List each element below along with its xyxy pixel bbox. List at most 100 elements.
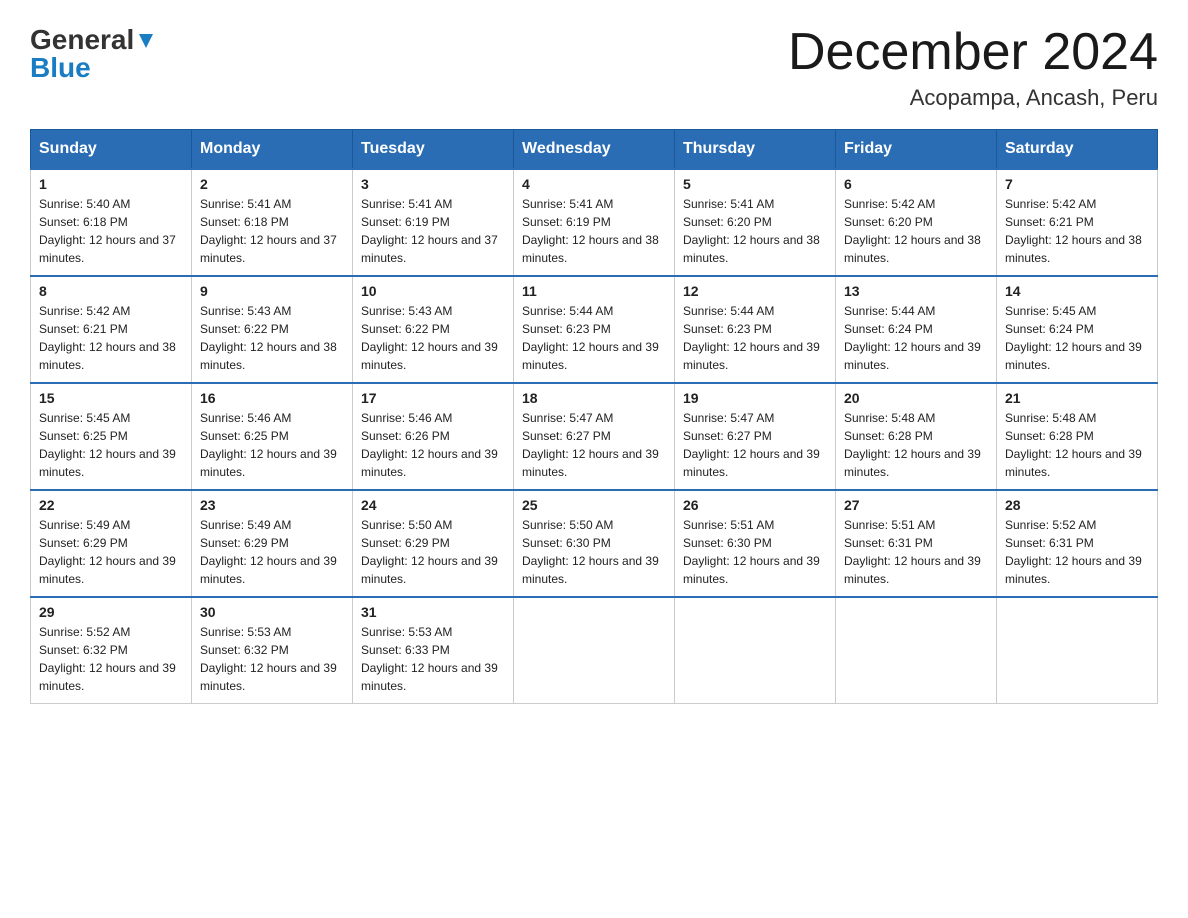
day-number: 21 [1005, 390, 1149, 406]
calendar-cell: 11 Sunrise: 5:44 AM Sunset: 6:23 PM Dayl… [514, 276, 675, 383]
calendar-cell: 8 Sunrise: 5:42 AM Sunset: 6:21 PM Dayli… [31, 276, 192, 383]
calendar-cell: 29 Sunrise: 5:52 AM Sunset: 6:32 PM Dayl… [31, 597, 192, 704]
day-number: 11 [522, 283, 666, 299]
day-info: Sunrise: 5:41 AM Sunset: 6:19 PM Dayligh… [361, 195, 505, 267]
day-info: Sunrise: 5:42 AM Sunset: 6:20 PM Dayligh… [844, 195, 988, 267]
calendar-header-wednesday: Wednesday [514, 130, 675, 170]
day-number: 23 [200, 497, 344, 513]
logo: General Blue [30, 24, 157, 84]
day-info: Sunrise: 5:47 AM Sunset: 6:27 PM Dayligh… [522, 409, 666, 481]
day-number: 4 [522, 176, 666, 192]
day-info: Sunrise: 5:47 AM Sunset: 6:27 PM Dayligh… [683, 409, 827, 481]
day-info: Sunrise: 5:48 AM Sunset: 6:28 PM Dayligh… [844, 409, 988, 481]
day-number: 12 [683, 283, 827, 299]
calendar-cell: 22 Sunrise: 5:49 AM Sunset: 6:29 PM Dayl… [31, 490, 192, 597]
day-number: 17 [361, 390, 505, 406]
day-info: Sunrise: 5:52 AM Sunset: 6:32 PM Dayligh… [39, 623, 183, 695]
day-info: Sunrise: 5:44 AM Sunset: 6:23 PM Dayligh… [683, 302, 827, 374]
page-header: General Blue December 2024 Acopampa, Anc… [30, 24, 1158, 111]
day-number: 30 [200, 604, 344, 620]
day-number: 5 [683, 176, 827, 192]
calendar-header-monday: Monday [192, 130, 353, 170]
calendar-header-saturday: Saturday [997, 130, 1158, 170]
day-number: 26 [683, 497, 827, 513]
day-info: Sunrise: 5:53 AM Sunset: 6:32 PM Dayligh… [200, 623, 344, 695]
calendar-cell: 27 Sunrise: 5:51 AM Sunset: 6:31 PM Dayl… [836, 490, 997, 597]
calendar-cell: 18 Sunrise: 5:47 AM Sunset: 6:27 PM Dayl… [514, 383, 675, 490]
calendar-cell: 5 Sunrise: 5:41 AM Sunset: 6:20 PM Dayli… [675, 169, 836, 276]
day-number: 7 [1005, 176, 1149, 192]
day-number: 18 [522, 390, 666, 406]
day-info: Sunrise: 5:44 AM Sunset: 6:23 PM Dayligh… [522, 302, 666, 374]
calendar-cell: 20 Sunrise: 5:48 AM Sunset: 6:28 PM Dayl… [836, 383, 997, 490]
calendar-header-row: SundayMondayTuesdayWednesdayThursdayFrid… [31, 130, 1158, 170]
calendar-cell: 21 Sunrise: 5:48 AM Sunset: 6:28 PM Dayl… [997, 383, 1158, 490]
day-number: 8 [39, 283, 183, 299]
calendar-cell: 4 Sunrise: 5:41 AM Sunset: 6:19 PM Dayli… [514, 169, 675, 276]
calendar-cell: 9 Sunrise: 5:43 AM Sunset: 6:22 PM Dayli… [192, 276, 353, 383]
day-number: 24 [361, 497, 505, 513]
day-number: 28 [1005, 497, 1149, 513]
calendar-cell: 23 Sunrise: 5:49 AM Sunset: 6:29 PM Dayl… [192, 490, 353, 597]
day-info: Sunrise: 5:45 AM Sunset: 6:24 PM Dayligh… [1005, 302, 1149, 374]
day-number: 22 [39, 497, 183, 513]
calendar-header-thursday: Thursday [675, 130, 836, 170]
calendar-cell: 13 Sunrise: 5:44 AM Sunset: 6:24 PM Dayl… [836, 276, 997, 383]
main-title: December 2024 [788, 24, 1158, 81]
day-info: Sunrise: 5:41 AM Sunset: 6:20 PM Dayligh… [683, 195, 827, 267]
day-info: Sunrise: 5:40 AM Sunset: 6:18 PM Dayligh… [39, 195, 183, 267]
calendar-cell: 7 Sunrise: 5:42 AM Sunset: 6:21 PM Dayli… [997, 169, 1158, 276]
day-number: 15 [39, 390, 183, 406]
day-number: 27 [844, 497, 988, 513]
day-info: Sunrise: 5:44 AM Sunset: 6:24 PM Dayligh… [844, 302, 988, 374]
logo-triangle-icon [135, 30, 157, 52]
calendar-cell [675, 597, 836, 704]
day-number: 25 [522, 497, 666, 513]
calendar-cell [997, 597, 1158, 704]
day-number: 9 [200, 283, 344, 299]
calendar-header-tuesday: Tuesday [353, 130, 514, 170]
calendar-cell: 14 Sunrise: 5:45 AM Sunset: 6:24 PM Dayl… [997, 276, 1158, 383]
day-info: Sunrise: 5:43 AM Sunset: 6:22 PM Dayligh… [200, 302, 344, 374]
calendar-cell: 25 Sunrise: 5:50 AM Sunset: 6:30 PM Dayl… [514, 490, 675, 597]
day-info: Sunrise: 5:49 AM Sunset: 6:29 PM Dayligh… [200, 516, 344, 588]
calendar-cell [836, 597, 997, 704]
day-info: Sunrise: 5:49 AM Sunset: 6:29 PM Dayligh… [39, 516, 183, 588]
day-number: 31 [361, 604, 505, 620]
calendar-cell: 28 Sunrise: 5:52 AM Sunset: 6:31 PM Dayl… [997, 490, 1158, 597]
calendar-header-sunday: Sunday [31, 130, 192, 170]
calendar-cell: 26 Sunrise: 5:51 AM Sunset: 6:30 PM Dayl… [675, 490, 836, 597]
day-number: 2 [200, 176, 344, 192]
calendar-week-row: 29 Sunrise: 5:52 AM Sunset: 6:32 PM Dayl… [31, 597, 1158, 704]
calendar-week-row: 8 Sunrise: 5:42 AM Sunset: 6:21 PM Dayli… [31, 276, 1158, 383]
day-info: Sunrise: 5:48 AM Sunset: 6:28 PM Dayligh… [1005, 409, 1149, 481]
subtitle: Acopampa, Ancash, Peru [788, 85, 1158, 111]
calendar-week-row: 1 Sunrise: 5:40 AM Sunset: 6:18 PM Dayli… [31, 169, 1158, 276]
calendar-cell: 10 Sunrise: 5:43 AM Sunset: 6:22 PM Dayl… [353, 276, 514, 383]
calendar-cell: 17 Sunrise: 5:46 AM Sunset: 6:26 PM Dayl… [353, 383, 514, 490]
calendar-cell: 16 Sunrise: 5:46 AM Sunset: 6:25 PM Dayl… [192, 383, 353, 490]
calendar-cell: 31 Sunrise: 5:53 AM Sunset: 6:33 PM Dayl… [353, 597, 514, 704]
calendar-header-friday: Friday [836, 130, 997, 170]
calendar-cell: 1 Sunrise: 5:40 AM Sunset: 6:18 PM Dayli… [31, 169, 192, 276]
day-number: 19 [683, 390, 827, 406]
day-info: Sunrise: 5:46 AM Sunset: 6:25 PM Dayligh… [200, 409, 344, 481]
day-number: 10 [361, 283, 505, 299]
logo-blue-text: Blue [30, 52, 91, 84]
day-number: 14 [1005, 283, 1149, 299]
day-number: 13 [844, 283, 988, 299]
calendar-week-row: 22 Sunrise: 5:49 AM Sunset: 6:29 PM Dayl… [31, 490, 1158, 597]
day-info: Sunrise: 5:42 AM Sunset: 6:21 PM Dayligh… [1005, 195, 1149, 267]
calendar-cell: 30 Sunrise: 5:53 AM Sunset: 6:32 PM Dayl… [192, 597, 353, 704]
day-number: 6 [844, 176, 988, 192]
calendar-cell [514, 597, 675, 704]
calendar-table: SundayMondayTuesdayWednesdayThursdayFrid… [30, 129, 1158, 704]
calendar-cell: 12 Sunrise: 5:44 AM Sunset: 6:23 PM Dayl… [675, 276, 836, 383]
calendar-cell: 2 Sunrise: 5:41 AM Sunset: 6:18 PM Dayli… [192, 169, 353, 276]
day-info: Sunrise: 5:43 AM Sunset: 6:22 PM Dayligh… [361, 302, 505, 374]
title-section: December 2024 Acopampa, Ancash, Peru [788, 24, 1158, 111]
day-info: Sunrise: 5:51 AM Sunset: 6:30 PM Dayligh… [683, 516, 827, 588]
day-info: Sunrise: 5:41 AM Sunset: 6:18 PM Dayligh… [200, 195, 344, 267]
calendar-cell: 24 Sunrise: 5:50 AM Sunset: 6:29 PM Dayl… [353, 490, 514, 597]
day-number: 1 [39, 176, 183, 192]
